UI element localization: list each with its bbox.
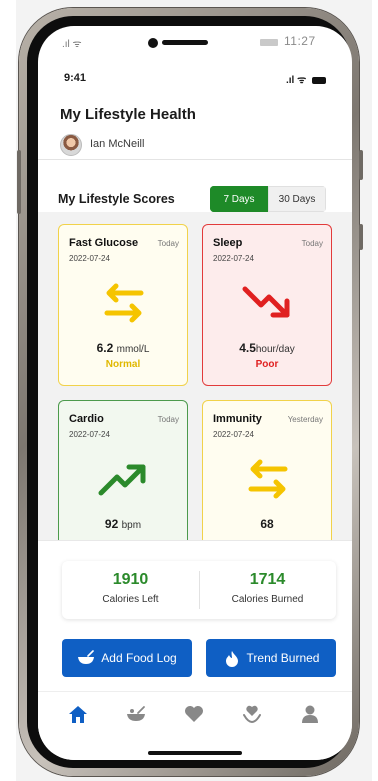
range-7-days-button[interactable]: 7 Days — [210, 186, 268, 212]
range-toggle: 7 Days 30 Days — [210, 186, 326, 212]
food-icon[interactable] — [124, 702, 148, 726]
calories-burned: 1714 Calories Burned — [199, 561, 336, 619]
score-card-immunity[interactable]: Immunity Yesterday 2022-07-24 68 — [202, 400, 332, 540]
home-indicator[interactable] — [148, 751, 242, 755]
card-when: Today — [157, 239, 179, 248]
card-date: 2022-07-24 — [213, 254, 254, 263]
score-card-sleep[interactable]: Sleep Today 2022-07-24 4.5hour/day Poor — [202, 224, 332, 386]
calories-left-label: Calories Left — [102, 594, 159, 605]
range-30-days-button[interactable]: 30 Days — [268, 186, 326, 212]
card-value: 92 bpm — [59, 517, 187, 531]
flame-icon — [223, 649, 241, 667]
speaker-grille — [162, 40, 208, 45]
bottom-tab-bar — [38, 691, 352, 735]
add-food-log-button[interactable]: Add Food Log — [62, 639, 192, 677]
value-number: 4.5 — [239, 341, 256, 355]
power-button — [359, 150, 363, 180]
trend-up-icon — [98, 464, 146, 496]
add-food-log-label: Add Food Log — [101, 651, 177, 665]
device-status-bar: .ıl ᯤ 11:27 — [38, 26, 352, 66]
score-card-fast-glucose[interactable]: Fast Glucose Today 2022-07-24 6.2 mmol/L… — [58, 224, 188, 386]
food-bowl-icon — [77, 649, 95, 667]
scores-section[interactable]: My Lifestyle Scores 7 Days 30 Days Fast … — [38, 172, 352, 540]
avatar[interactable] — [60, 134, 82, 156]
signal-wifi-icon: .ıl ᯤ — [62, 39, 82, 50]
camera-icon — [148, 38, 158, 48]
trend-down-icon — [242, 286, 290, 318]
stable-arrows-icon — [104, 283, 144, 323]
card-status: Poor — [255, 359, 279, 370]
battery-icon — [260, 39, 278, 46]
calories-summary: 1910 Calories Left 1714 Calories Burned — [62, 561, 336, 619]
value-number: 6.2 — [96, 341, 114, 355]
heart-icon[interactable] — [182, 702, 206, 726]
calories-burned-value: 1714 — [249, 571, 286, 588]
trend-burned-button[interactable]: Trend Burned — [206, 639, 336, 677]
health-care-icon[interactable] — [240, 702, 264, 726]
signal-icon: .ıl — [285, 75, 295, 86]
value-unit: bpm — [121, 520, 142, 531]
home-icon[interactable] — [66, 702, 90, 726]
card-date: 2022-07-24 — [69, 430, 110, 439]
card-value: 68 — [203, 517, 331, 531]
trend-burned-label: Trend Burned — [246, 651, 320, 665]
stable-arrows-icon — [248, 459, 288, 499]
calories-burned-label: Calories Burned — [231, 594, 304, 605]
value-unit: mmol/L — [116, 344, 150, 355]
card-when: Today — [301, 239, 323, 248]
card-title: Fast Glucose — [69, 237, 139, 249]
scores-header: My Lifestyle Scores 7 Days 30 Days — [38, 172, 352, 212]
status-time: 9:41 — [64, 72, 87, 84]
calories-left-value: 1910 — [112, 571, 149, 588]
card-title: Sleep — [213, 237, 243, 249]
status-icons: .ıl ᯤ — [286, 72, 326, 86]
card-status: Normal — [105, 359, 141, 370]
volume-button — [17, 150, 21, 214]
card-title: Cardio — [69, 413, 104, 425]
page-title: My Lifestyle Health — [60, 106, 196, 123]
wifi-icon: ᯤ — [297, 75, 307, 86]
app-header: My Lifestyle Health Ian McNeill — [38, 90, 352, 160]
side-button — [359, 224, 363, 250]
profile-icon[interactable] — [298, 702, 322, 726]
battery-icon — [312, 76, 326, 84]
scores-title: My Lifestyle Scores — [58, 192, 175, 206]
card-when: Yesterday — [287, 415, 323, 424]
card-title: Immunity — [213, 413, 262, 425]
value-number: 68 — [260, 517, 274, 531]
card-value: 4.5hour/day — [203, 341, 331, 355]
app-status-bar: 9:41 .ıl ᯤ — [38, 70, 352, 90]
card-value: 6.2 mmol/L — [59, 341, 187, 355]
bottom-panel: 1910 Calories Left 1714 Calories Burned … — [38, 540, 352, 760]
card-date: 2022-07-24 — [69, 254, 110, 263]
device-time: 11:27 — [284, 34, 316, 48]
score-card-cardio[interactable]: Cardio Today 2022-07-24 92 bpm — [58, 400, 188, 540]
value-number: 92 — [104, 517, 119, 531]
card-date: 2022-07-24 — [213, 430, 254, 439]
calories-left: 1910 Calories Left — [62, 561, 199, 619]
card-when: Today — [157, 415, 179, 424]
value-unit: hour/day — [255, 344, 295, 355]
phone-screen: .ıl ᯤ 11:27 9:41 .ıl ᯤ My Lifestyle Heal… — [38, 26, 352, 760]
user-name: Ian McNeill — [90, 138, 145, 150]
